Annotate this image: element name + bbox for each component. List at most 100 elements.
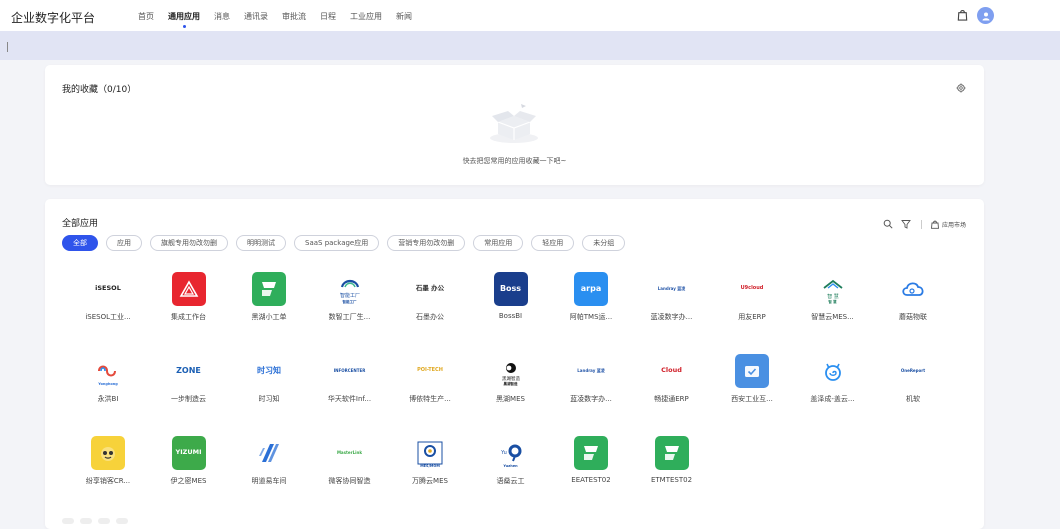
app-tile[interactable]: Landray 蓝凌蓝凌数字办... — [553, 354, 629, 414]
category-filters: 全部 应用 旗舰专用勿改勿删 明明测试 SaaS package应用 营销专用勿改勿删 常用… — [62, 235, 633, 251]
app-logo-text: YIZUMI — [175, 448, 202, 457]
favorites-title: 我的收藏（0/10） — [62, 85, 137, 95]
favorites-empty-text: 快去把您常用的应用收藏一下吧~ — [462, 157, 567, 165]
app-tile[interactable]: Boss BossBI — [473, 272, 549, 332]
inforcenter-icon: INFORCENTER — [332, 354, 367, 388]
cloud-outline-icon — [896, 272, 930, 306]
app-tile[interactable]: Landray 蓝凌 蓝凌数字办... — [634, 272, 710, 332]
app-tile[interactable]: iSESOL iSESOL工业... — [70, 272, 146, 332]
triangle-icon — [171, 272, 206, 306]
filter-chip[interactable]: SaaS package应用 — [294, 235, 380, 251]
filter-chip[interactable]: 常用应用 — [473, 235, 524, 251]
app-tile[interactable]: ZONE 一步制造云 — [151, 354, 227, 414]
u9cloud-icon: U9cloud — [735, 272, 769, 306]
app-tile[interactable]: 时习知 时习知 — [231, 354, 307, 414]
app-tile[interactable]: 智 慧智 慧智慧云MES... — [795, 272, 871, 332]
app-name: iSESOL工业... — [85, 313, 131, 321]
favorites-card: 我的收藏（0/10） 快去把您常用的应用收藏一下吧~ — [45, 65, 984, 185]
nav-tab[interactable]: 首页 — [138, 11, 154, 22]
nav-tab[interactable]: 新闻 — [396, 11, 412, 22]
app-tile[interactable]: Yonghong 永洪BI — [70, 354, 146, 414]
nav-tab[interactable]: 日程 — [320, 11, 336, 22]
yizumi-icon: YIZUMI — [171, 436, 206, 470]
app-name: BossBI — [498, 312, 523, 320]
app-tile[interactable]: MasterLink 微客协同智造 — [312, 436, 388, 496]
app-tile[interactable]: 黑湖智造 黑湖智造 黑湖MES — [473, 354, 549, 414]
app-logo-text: Boss — [499, 283, 522, 293]
app-tile[interactable]: EEATEST02 — [553, 436, 629, 496]
app-logo-text: MasterLink — [336, 449, 363, 455]
app-name: 畅捷通ERP — [654, 395, 689, 403]
filter-chip[interactable]: 明明测试 — [236, 235, 286, 251]
app-logo-text: Landray 蓝凌 — [577, 367, 605, 373]
app-name: 阿帕TMS运... — [569, 313, 613, 321]
app-tile[interactable]: 西安工业互... — [714, 354, 790, 414]
app-tile[interactable]: OneReport 机软 — [875, 354, 951, 414]
app-tile[interactable]: U9cloud 用友ERP — [714, 272, 790, 332]
svg-text:黑湖智造: 黑湖智造 — [502, 375, 520, 382]
app-name: 语燊云工 — [496, 477, 525, 485]
app-tile[interactable]: Yu Yuzhen 语燊云工 — [473, 436, 549, 496]
app-tile[interactable]: YIZUMI 伊之密MES — [151, 436, 227, 496]
app-tile[interactable]: MES/MOM 万腾云MES — [392, 436, 468, 496]
nav-tab-label: 新闻 — [396, 12, 412, 21]
app-tile[interactable]: 黑湖小工单 — [231, 272, 307, 332]
masterlink-icon: MasterLink — [332, 436, 367, 470]
isesol-icon: iSESOL — [91, 272, 125, 306]
mingdao-stripes-icon — [252, 436, 286, 470]
app-tile[interactable]: 纷享销客CR... — [70, 436, 146, 496]
nav-tab[interactable]: 消息 — [214, 11, 230, 22]
app-name: 黑湖MES — [496, 395, 525, 403]
app-tile[interactable]: 明道易车间 — [231, 436, 307, 496]
bossbi-icon: Boss — [493, 272, 528, 306]
nav-tab-label: 通讯录 — [244, 12, 268, 21]
app-logo-text: Landray 蓝凌 — [657, 285, 686, 291]
app-tile[interactable]: arpa 阿帕TMS运... — [553, 272, 629, 332]
app-tile[interactable]: 盖泽成-盖云... — [795, 354, 871, 414]
jiruan-icon: OneReport — [896, 354, 930, 388]
smart-factory-icon: 智能工厂 智能工厂 — [332, 272, 367, 306]
filter-chip[interactable]: 未分组 — [582, 235, 626, 251]
nav-tab[interactable]: 审批流 — [282, 11, 306, 22]
app-tile[interactable]: POI-TECH 博依特生产... — [392, 354, 468, 414]
filter-chip[interactable]: 轻应用 — [531, 235, 575, 251]
nav-tab[interactable]: 工业应用 — [350, 11, 382, 22]
app-tile[interactable]: 蘑菇物联 — [875, 272, 951, 332]
app-tile[interactable]: Cloud 畅捷通ERP — [634, 354, 710, 414]
app-tile[interactable]: ETMTEST02 — [634, 436, 710, 496]
app-name: 蓝凌数字办... — [570, 395, 612, 403]
app-name: 永洪BI — [97, 395, 119, 403]
shopping-bag-icon[interactable] — [930, 219, 940, 229]
app-name: 用友ERP — [738, 313, 766, 321]
filter-icon[interactable] — [901, 219, 911, 229]
filter-chip[interactable]: 应用 — [106, 235, 142, 251]
all-apps-title: 全部应用 — [62, 219, 99, 229]
gear-icon[interactable] — [956, 83, 966, 93]
app-name: 集成工作台 — [171, 313, 206, 321]
search-icon[interactable] — [883, 219, 893, 229]
shimo-icon: 石墨 办公 — [413, 272, 447, 306]
app-logo-text: Yuzhen — [503, 464, 518, 469]
collapse-handle[interactable] — [7, 42, 11, 52]
nav-tab-label: 日程 — [320, 12, 336, 21]
app-market-link[interactable]: 应用市场 — [942, 220, 966, 229]
app-name: 伊之密MES — [170, 477, 207, 485]
app-tile[interactable]: INFORCENTER 华天软件Inf... — [312, 354, 388, 414]
app-name: 明道易车间 — [251, 477, 287, 485]
avatar[interactable] — [977, 7, 994, 24]
app-name: 西安工业互... — [731, 395, 773, 403]
app-logo-text: POI-TECH — [417, 367, 443, 374]
nav-tab[interactable]: 通讯录 — [244, 11, 268, 22]
app-tile[interactable]: 石墨 办公 石墨办公 — [392, 272, 468, 332]
filter-chip[interactable]: 旗舰专用勿改勿删 — [150, 235, 228, 251]
nav-tab[interactable]: 通用应用 — [168, 11, 200, 28]
filter-chip[interactable]: 营销专用勿改勿删 — [387, 235, 466, 251]
app-logo-text: OneReport — [900, 367, 926, 373]
filter-chip[interactable]: 全部 — [62, 235, 98, 251]
app-name: 蘑菇物联 — [899, 313, 927, 321]
app-tile[interactable]: 智能工厂 智能工厂 数智工厂生... — [312, 272, 388, 332]
shopping-bag-icon[interactable] — [956, 8, 969, 21]
fxiaoke-icon — [91, 436, 125, 470]
app-name: 一步制造云 — [171, 395, 206, 403]
app-tile[interactable]: 集成工作台 — [151, 272, 227, 332]
